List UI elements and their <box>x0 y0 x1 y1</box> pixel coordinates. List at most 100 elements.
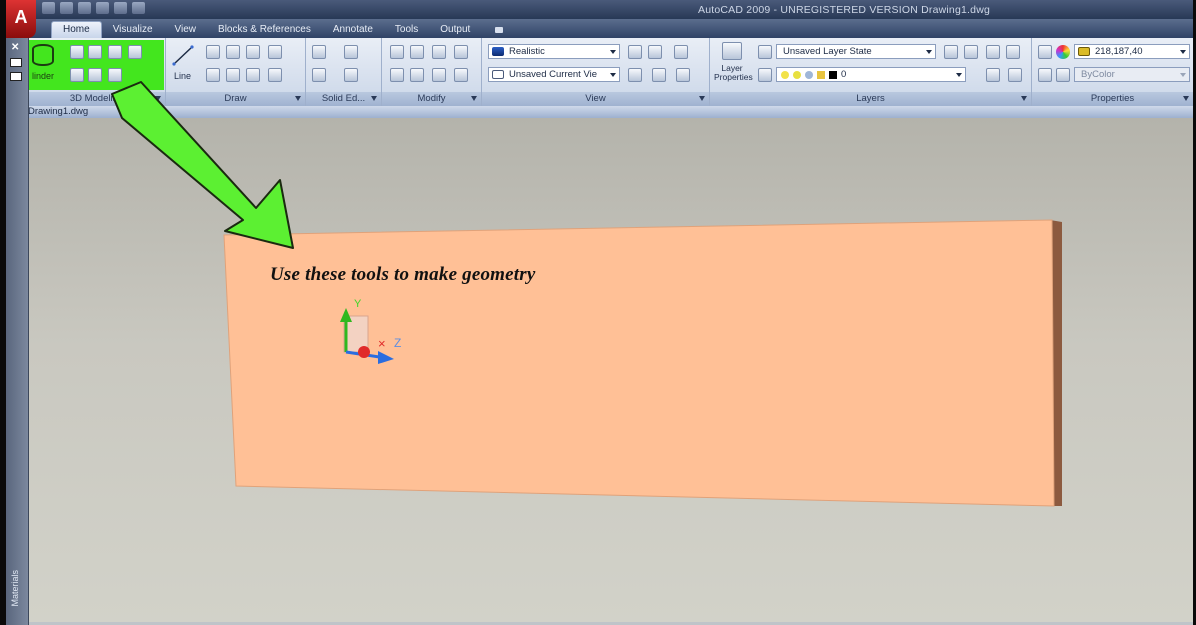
table-icon[interactable] <box>246 45 260 59</box>
scale-icon[interactable] <box>454 68 468 82</box>
linetype-dropdown[interactable]: ByColor <box>1074 67 1190 82</box>
subtract-icon[interactable] <box>88 68 102 82</box>
panel-properties: 218,187,40 ByColor Properties <box>1032 38 1193 106</box>
cylinder-label[interactable]: linder <box>32 71 54 81</box>
slice-icon[interactable] <box>312 45 326 59</box>
named-view-dropdown[interactable]: Unsaved Current Vie <box>488 67 620 82</box>
rotate-3d-icon[interactable] <box>268 45 282 59</box>
zoom-icon[interactable] <box>628 68 642 82</box>
imprint-icon[interactable] <box>312 68 326 82</box>
copy-icon[interactable] <box>432 45 446 59</box>
tab-annotate[interactable]: Annotate <box>322 22 384 38</box>
layer-properties-icon[interactable] <box>722 42 742 60</box>
plot-icon[interactable] <box>96 2 109 14</box>
polyline-icon[interactable] <box>206 45 220 59</box>
redo-icon[interactable] <box>132 2 145 14</box>
minimize-ribbon-icon[interactable] <box>495 27 504 33</box>
layer-walk-icon[interactable] <box>986 45 1000 59</box>
fillet-icon[interactable] <box>410 68 424 82</box>
qnew-icon[interactable] <box>42 2 55 14</box>
save-icon[interactable] <box>78 2 91 14</box>
layer-state-icon[interactable] <box>758 45 772 59</box>
offset-icon[interactable] <box>390 68 404 82</box>
ucs-z-label: Z <box>394 336 402 350</box>
visual-style-dropdown[interactable]: Realistic <box>488 44 620 59</box>
materials-palette-label[interactable]: Materials <box>10 570 20 607</box>
layer-state-dropdown[interactable]: Unsaved Layer State <box>776 44 936 59</box>
match-properties-icon[interactable] <box>1038 45 1052 59</box>
line-tool-label[interactable]: Line <box>174 71 191 81</box>
intersect-icon[interactable] <box>108 68 122 82</box>
quick-access-toolbar <box>42 2 145 16</box>
panel-title-solid-editing[interactable]: Solid Ed... <box>306 92 381 106</box>
layer-off-icon[interactable] <box>758 68 772 82</box>
ucs-y-label: Y <box>354 298 362 310</box>
view-manager-icon[interactable] <box>628 45 642 59</box>
document-tab-drawing1[interactable]: Drawing1.dwg <box>28 106 88 117</box>
panel-title-view[interactable]: View <box>482 92 709 106</box>
viewport-scene <box>223 219 1062 507</box>
list-icon[interactable] <box>1038 68 1052 82</box>
pan-icon[interactable] <box>674 45 688 59</box>
panel-title-properties[interactable]: Properties <box>1032 92 1193 106</box>
color-wheel-icon[interactable] <box>1056 45 1070 59</box>
tab-tools[interactable]: Tools <box>384 22 429 38</box>
extract-edges-icon[interactable] <box>344 45 358 59</box>
application-menu-button[interactable]: A <box>6 0 36 38</box>
steering-wheel-icon[interactable] <box>652 68 666 82</box>
layer-previous-icon[interactable] <box>944 45 958 59</box>
union-icon[interactable] <box>70 68 84 82</box>
separate-icon[interactable] <box>344 68 358 82</box>
polygon-icon[interactable] <box>226 68 240 82</box>
undo-icon[interactable] <box>114 2 127 14</box>
viewport-config-icon[interactable] <box>676 68 690 82</box>
line-tool-icon[interactable] <box>172 44 194 66</box>
orbit-icon[interactable] <box>648 45 662 59</box>
palette-properties-icon[interactable] <box>10 58 22 67</box>
tab-view[interactable]: View <box>164 22 208 38</box>
lineweight-icon[interactable] <box>1056 68 1070 82</box>
boundary-icon[interactable] <box>246 68 260 82</box>
move-icon[interactable] <box>390 45 404 59</box>
panel-modify: Modify <box>382 38 482 106</box>
current-layer-dropdown[interactable]: 0 <box>776 67 966 82</box>
rotate-icon[interactable] <box>410 45 424 59</box>
tab-visualize[interactable]: Visualize <box>102 22 164 38</box>
panel-view: Realistic Unsaved Current Vie View <box>482 38 710 106</box>
panel-draw: Line Draw <box>166 38 306 106</box>
revolve-icon[interactable] <box>88 45 102 59</box>
ribbon: linder 3D Modeling Line Draw Solid Ed...… <box>6 38 1193 107</box>
layer-properties-label[interactable]: Layer Properties <box>714 64 753 82</box>
circle-icon[interactable] <box>268 68 282 82</box>
spline-icon[interactable] <box>206 68 220 82</box>
loft-icon[interactable] <box>128 45 142 59</box>
panel-title-modify[interactable]: Modify <box>382 92 481 106</box>
extrude-icon[interactable] <box>70 45 84 59</box>
mirror-icon[interactable] <box>454 45 468 59</box>
panel-layers: Layer Properties Unsaved Layer State 0 L… <box>710 38 1032 106</box>
panel-title-draw[interactable]: Draw <box>166 92 305 106</box>
tab-output[interactable]: Output <box>429 22 481 38</box>
palette-auto-hide-icon[interactable] <box>10 72 22 81</box>
hatch-icon[interactable] <box>226 45 240 59</box>
erase-icon[interactable] <box>432 68 446 82</box>
autocad-window: AutoCAD 2009 - UNREGISTERED VERSION Draw… <box>6 0 1193 625</box>
color-dropdown[interactable]: 218,187,40 <box>1074 44 1190 59</box>
close-icon[interactable]: ✕ <box>11 42 19 53</box>
cylinder-icon[interactable] <box>32 44 54 66</box>
viewport-caption: Use these tools to make geometry <box>270 264 536 285</box>
color-swatch <box>1078 47 1090 56</box>
panel-title-layers[interactable]: Layers <box>710 92 1031 106</box>
layer-match-icon[interactable] <box>1006 45 1020 59</box>
open-icon[interactable] <box>60 2 73 14</box>
layer-isolate-icon[interactable] <box>964 45 978 59</box>
make-current-icon[interactable] <box>986 68 1000 82</box>
layer-freeze-icon[interactable] <box>1008 68 1022 82</box>
tab-blocks-references[interactable]: Blocks & References <box>207 22 322 38</box>
title-bar: AutoCAD 2009 - UNREGISTERED VERSION Draw… <box>6 0 1193 21</box>
tab-home[interactable]: Home <box>51 21 102 38</box>
panel-title-3d-modeling[interactable]: 3D Modeling <box>28 92 165 106</box>
panel-3d-modeling: linder 3D Modeling <box>28 38 166 106</box>
sweep-icon[interactable] <box>108 45 122 59</box>
drawing-viewport[interactable]: Y × Z <box>28 118 1193 625</box>
